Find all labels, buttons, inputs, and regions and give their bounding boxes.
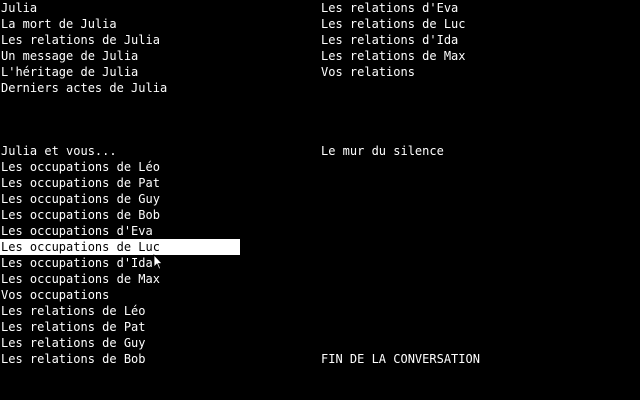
menu-item-occupations-bob[interactable]: Les occupations de Bob (0, 207, 240, 223)
menu-item-relations-max[interactable]: Les relations de Max (320, 48, 466, 64)
menu-item-relations-eva[interactable]: Les relations d'Eva (320, 0, 466, 16)
menu-item-occupations-luc-selected[interactable]: Les occupations de Luc (0, 239, 240, 255)
menu-item-derniers-actes-julia[interactable]: Derniers actes de Julia (0, 80, 167, 96)
menu-item-occupations-pat[interactable]: Les occupations de Pat (0, 175, 240, 191)
menu-item-occupations-eva[interactable]: Les occupations d'Eva (0, 223, 240, 239)
menu-item-heritage-julia[interactable]: L'héritage de Julia (0, 64, 167, 80)
menu-item-relations-luc[interactable]: Les relations de Luc (320, 16, 466, 32)
menu-item-occupations-guy[interactable]: Les occupations de Guy (0, 191, 240, 207)
menu-item-vos-occupations[interactable]: Vos occupations (0, 287, 240, 303)
menu-item-julia[interactable]: Julia (0, 0, 167, 16)
menu-item-mur-du-silence[interactable]: Le mur du silence (320, 143, 444, 159)
menu-item-message-julia[interactable]: Un message de Julia (0, 48, 167, 64)
menu-column-left-top: Julia La mort de Julia Les relations de … (0, 0, 167, 96)
menu-item-occupations-max[interactable]: Les occupations de Max (0, 271, 240, 287)
menu-item-relations-guy[interactable]: Les relations de Guy (0, 335, 240, 351)
menu-item-relations-ida[interactable]: Les relations d'Ida (320, 32, 466, 48)
arrow-pointer-icon (153, 254, 163, 270)
menu-column-left-mid: Julia et vous... Les occupations de Léo … (0, 143, 240, 367)
menu-item-relations-bob[interactable]: Les relations de Bob (0, 351, 240, 367)
menu-item-relations-leo[interactable]: Les relations de Léo (0, 303, 240, 319)
menu-item-occupations-ida[interactable]: Les occupations d'Ida (0, 255, 240, 271)
menu-item-relations-pat[interactable]: Les relations de Pat (0, 319, 240, 335)
menu-item-julia-et-vous[interactable]: Julia et vous... (0, 143, 240, 159)
menu-column-right-top: Les relations d'Eva Les relations de Luc… (320, 0, 466, 80)
menu-item-relations-julia[interactable]: Les relations de Julia (0, 32, 167, 48)
menu-item-occupations-leo[interactable]: Les occupations de Léo (0, 159, 240, 175)
menu-item-vos-relations[interactable]: Vos relations (320, 64, 466, 80)
menu-column-right-mid: Le mur du silence (320, 143, 444, 159)
end-conversation-option[interactable]: FIN DE LA CONVERSATION (320, 351, 480, 367)
menu-item-la-mort-de-julia[interactable]: La mort de Julia (0, 16, 167, 32)
